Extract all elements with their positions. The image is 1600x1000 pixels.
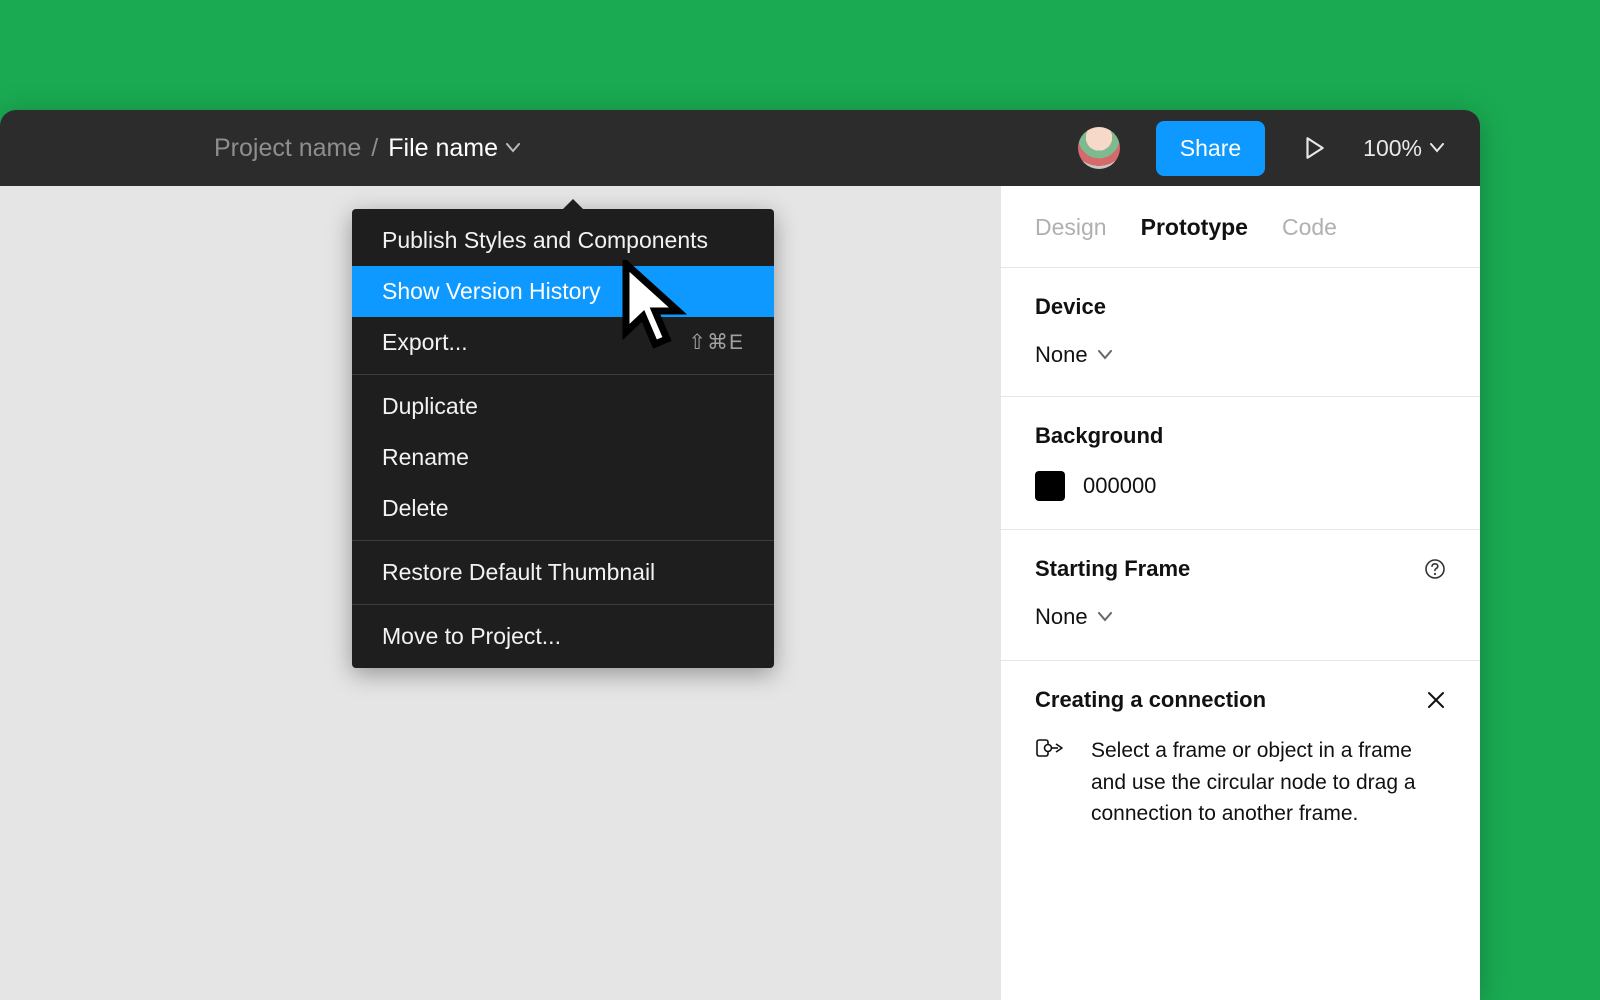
avatar[interactable] [1078, 127, 1120, 169]
device-title: Device [1035, 294, 1446, 320]
zoom-value: 100% [1363, 135, 1422, 162]
color-swatch[interactable] [1035, 471, 1065, 501]
menu-item-move-to-project[interactable]: Move to Project... [352, 611, 774, 668]
panel-tabs: Design Prototype Code [1001, 186, 1480, 268]
present-button[interactable] [1301, 135, 1327, 161]
file-name: File name [388, 134, 498, 163]
starting-frame-title: Starting Frame [1035, 556, 1446, 582]
hint-section: Creating a connection Select a frame or … [1001, 661, 1480, 856]
menu-item-label: Show Version History [382, 278, 601, 305]
app-window: Project name / File name Share 100% Publ… [0, 110, 1480, 1000]
device-value: None [1035, 342, 1088, 368]
menu-item-label: Duplicate [382, 393, 478, 420]
background-value: 000000 [1083, 473, 1156, 499]
file-name-menu-trigger[interactable]: File name [388, 134, 520, 163]
canvas[interactable]: Publish Styles and Components Show Versi… [0, 186, 1480, 1000]
close-icon[interactable] [1426, 690, 1446, 710]
tab-design[interactable]: Design [1035, 214, 1107, 241]
device-select[interactable]: None [1035, 342, 1446, 368]
project-name[interactable]: Project name [214, 134, 361, 163]
menu-item-label: Restore Default Thumbnail [382, 559, 655, 586]
share-button[interactable]: Share [1156, 121, 1265, 176]
background-section: Background 000000 [1001, 397, 1480, 530]
starting-frame-value: None [1035, 604, 1088, 630]
menu-item-label: Move to Project... [382, 623, 561, 650]
chevron-down-icon [1098, 350, 1112, 360]
tab-prototype[interactable]: Prototype [1141, 214, 1248, 241]
toolbar-right: Share 100% [1078, 121, 1444, 176]
right-panel: Design Prototype Code Device None Backgr… [1000, 186, 1480, 1000]
background-title: Background [1035, 423, 1446, 449]
file-dropdown-menu: Publish Styles and Components Show Versi… [352, 209, 774, 668]
starting-frame-select[interactable]: None [1035, 604, 1446, 630]
breadcrumb-separator: / [371, 134, 378, 163]
chevron-down-icon [1098, 612, 1112, 622]
menu-item-duplicate[interactable]: Duplicate [352, 381, 774, 432]
menu-item-delete[interactable]: Delete [352, 483, 774, 534]
background-color-control[interactable]: 000000 [1035, 471, 1446, 501]
tab-code[interactable]: Code [1282, 214, 1337, 241]
menu-item-label: Publish Styles and Components [382, 227, 708, 254]
help-icon[interactable] [1424, 558, 1446, 580]
starting-frame-title-label: Starting Frame [1035, 556, 1190, 582]
cursor-icon [622, 260, 692, 350]
hint-body: Select a frame or object in a frame and … [1035, 735, 1446, 830]
hint-title: Creating a connection [1035, 687, 1266, 713]
hint-title-row: Creating a connection [1035, 687, 1446, 713]
breadcrumb: Project name / File name [214, 134, 520, 163]
menu-item-label: Export... [382, 329, 468, 356]
menu-item-shortcut: ⇧⌘E [688, 330, 744, 355]
chevron-down-icon [506, 143, 520, 153]
menu-separator [352, 540, 774, 541]
menu-separator [352, 604, 774, 605]
starting-frame-section: Starting Frame None [1001, 530, 1480, 661]
menu-separator [352, 374, 774, 375]
menu-item-publish[interactable]: Publish Styles and Components [352, 209, 774, 266]
menu-item-version-history[interactable]: Show Version History [352, 266, 774, 317]
chevron-down-icon [1430, 143, 1444, 153]
menu-item-label: Delete [382, 495, 448, 522]
menu-item-rename[interactable]: Rename [352, 432, 774, 483]
toolbar: Project name / File name Share 100% [0, 110, 1480, 186]
connection-icon [1035, 735, 1065, 765]
zoom-control[interactable]: 100% [1363, 135, 1444, 162]
hint-text: Select a frame or object in a frame and … [1091, 735, 1421, 830]
menu-item-restore-thumbnail[interactable]: Restore Default Thumbnail [352, 547, 774, 598]
menu-item-label: Rename [382, 444, 469, 471]
device-section: Device None [1001, 268, 1480, 397]
menu-item-export[interactable]: Export... ⇧⌘E [352, 317, 774, 368]
